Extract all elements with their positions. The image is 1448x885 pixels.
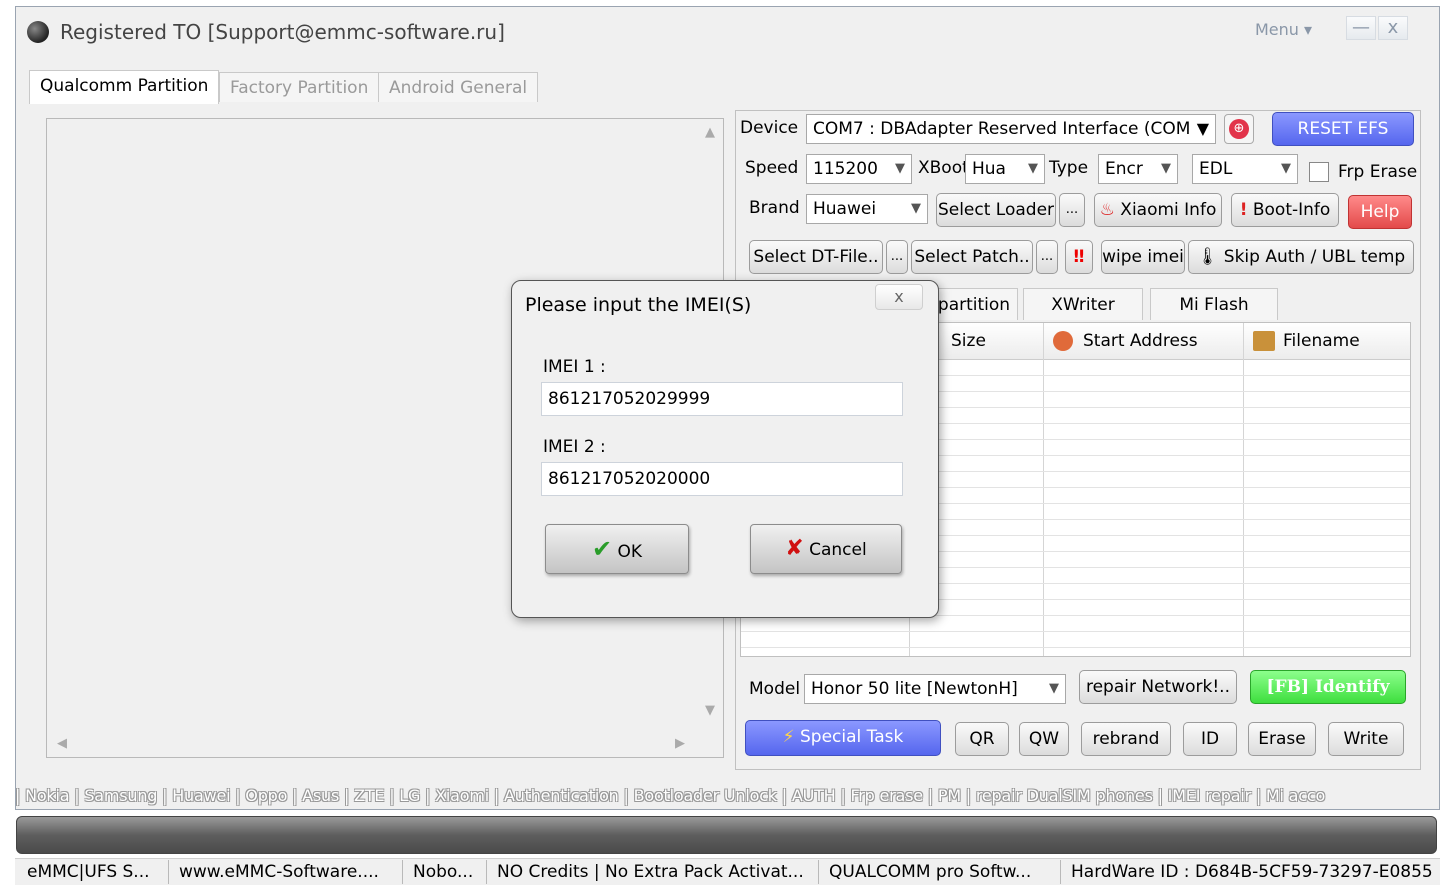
device-select[interactable]: COM7 : DBAdapter Reserved Interface (COM… <box>806 114 1216 144</box>
log-horizontal-scrollbar[interactable]: ◀ ▶ <box>47 732 701 756</box>
tab-qualcomm-partition[interactable]: Qualcomm Partition <box>29 70 220 104</box>
tab-factory-partition[interactable]: Factory Partition <box>219 72 380 102</box>
chevron-down-icon: ▼ <box>911 201 921 216</box>
tab-partition[interactable]: partition <box>930 288 1018 320</box>
column-header-size[interactable]: Size <box>951 331 986 351</box>
xboot-select[interactable]: Hua ▼ <box>965 154 1045 184</box>
imei2-label: IMEI 2 : <box>543 437 606 457</box>
scroll-down-icon[interactable]: ▼ <box>705 703 715 718</box>
boot-info-button[interactable]: ! Boot-Info <box>1231 193 1339 227</box>
xboot-label: XBoot <box>918 158 969 178</box>
column-header-filename[interactable]: Filename <box>1283 331 1360 351</box>
help-button[interactable]: Help <box>1348 195 1412 229</box>
frp-erase-checkbox[interactable] <box>1309 162 1329 182</box>
fire-icon: ♨ <box>1099 200 1115 220</box>
checkmark-icon: ✔ <box>591 535 613 563</box>
select-dt-file-button[interactable]: Select DT-File.. <box>749 240 883 274</box>
imei1-label: IMEI 1 : <box>543 357 606 377</box>
dt-file-browse-button[interactable]: ... <box>886 240 908 274</box>
warning-icon: ‼ <box>1073 247 1085 267</box>
mode-select[interactable]: EDL ▼ <box>1192 154 1298 184</box>
window-title: Registered TO [Support@emmc-software.ru] <box>60 20 505 44</box>
supported-brands-marquee: | Nokia | Samsung | Huawei | Oppo | Asus… <box>15 786 1326 805</box>
brand-select[interactable]: Huawei ▼ <box>806 194 928 224</box>
close-window-button[interactable]: x <box>1378 16 1408 40</box>
menu-button[interactable]: Menu ▾ <box>1255 20 1312 39</box>
select-loader-button[interactable]: Select Loader <box>936 193 1056 227</box>
special-task-button[interactable]: ⚡ Special Task <box>745 720 941 756</box>
loader-browse-button[interactable]: ... <box>1059 193 1085 227</box>
status-cell-product: eMMC|UFS S... <box>19 860 169 884</box>
device-label: Device <box>740 118 799 138</box>
lightning-icon: ⚡ <box>782 727 795 747</box>
scroll-right-icon[interactable]: ▶ <box>675 736 685 751</box>
type-label: Type <box>1049 158 1089 178</box>
thermometer-icon: 🌡 <box>1196 247 1219 267</box>
scroll-left-icon[interactable]: ◀ <box>57 736 67 751</box>
status-cell-credits: NO Credits | No Extra Pack Activat... <box>489 860 819 884</box>
select-patch-button[interactable]: Select Patch.. <box>911 240 1033 274</box>
status-cell-hardware-id: HardWare ID : D684B-5CF59-73297-E0855 <box>1071 862 1433 882</box>
status-cell-user: Nobo... <box>405 860 487 884</box>
model-label: Model <box>749 679 801 699</box>
target-icon: ⊕ <box>1229 119 1249 139</box>
location-pin-icon <box>1053 331 1073 351</box>
chevron-down-icon: ▼ <box>1281 161 1291 176</box>
tab-android-general[interactable]: Android General <box>378 72 539 102</box>
ok-button[interactable]: ✔ OK <box>545 524 689 574</box>
chevron-down-icon: ▼ <box>1161 161 1171 176</box>
id-button[interactable]: ID <box>1183 722 1237 756</box>
minimize-button[interactable]: — <box>1346 16 1376 40</box>
qw-button[interactable]: QW <box>1019 722 1069 756</box>
tab-xwriter[interactable]: XWriter <box>1023 288 1143 320</box>
cancel-button[interactable]: ✘ Cancel <box>750 524 902 574</box>
speed-select[interactable]: 115200 ▼ <box>806 154 912 184</box>
fb-identify-button[interactable]: [FB] Identify <box>1250 670 1406 704</box>
chevron-down-icon: ▼ <box>1028 161 1038 176</box>
exclamation-icon: ! <box>1239 200 1248 220</box>
repair-network-button[interactable]: repair Network!.. <box>1079 670 1237 704</box>
type-select[interactable]: Encr ▼ <box>1098 154 1178 184</box>
rebrand-button[interactable]: rebrand <box>1081 722 1171 756</box>
status-cell-website: www.eMMC-Software.... <box>171 860 403 884</box>
erase-button[interactable]: Erase <box>1248 722 1316 756</box>
cross-icon: ✘ <box>785 536 804 561</box>
model-select[interactable]: Honor 50 lite [NewtonH] ▼ <box>804 674 1066 704</box>
chevron-down-icon: ▼ <box>1049 681 1059 696</box>
warning-button[interactable]: ‼ <box>1065 240 1093 274</box>
scroll-up-icon[interactable]: ▲ <box>705 125 715 140</box>
dialog-close-button[interactable]: x <box>875 284 923 310</box>
tab-mi-flash[interactable]: Mi Flash <box>1150 288 1278 320</box>
status-cell-platform: QUALCOMM pro Softw... <box>821 860 1061 884</box>
dialog-title: Please input the IMEI(S) <box>525 294 752 316</box>
progress-bar <box>16 816 1437 854</box>
reset-efs-button[interactable]: RESET EFS <box>1272 112 1414 146</box>
chevron-down-icon: ▾ <box>1304 20 1313 39</box>
speed-label: Speed <box>745 158 799 178</box>
qr-button[interactable]: QR <box>955 722 1009 756</box>
skip-auth-button[interactable]: 🌡 Skip Auth / UBL temp <box>1188 240 1414 274</box>
wipe-imei-button[interactable]: wipe imei <box>1101 240 1185 274</box>
chevron-down-icon: ▼ <box>1196 119 1209 138</box>
chevron-down-icon: ▼ <box>895 161 905 176</box>
imei1-input[interactable] <box>541 382 903 416</box>
patch-browse-button[interactable]: ... <box>1036 240 1058 274</box>
app-logo-icon <box>27 21 49 43</box>
write-button[interactable]: Write <box>1328 722 1404 756</box>
refresh-port-button[interactable]: ⊕ <box>1224 114 1254 144</box>
file-icon <box>1253 331 1275 351</box>
column-header-start-address[interactable]: Start Address <box>1083 331 1198 351</box>
frp-erase-label: Frp Erase <box>1338 162 1418 182</box>
brand-label: Brand <box>749 198 800 218</box>
imei2-input[interactable] <box>541 462 903 496</box>
xiaomi-info-button[interactable]: ♨ Xiaomi Info <box>1094 193 1222 227</box>
